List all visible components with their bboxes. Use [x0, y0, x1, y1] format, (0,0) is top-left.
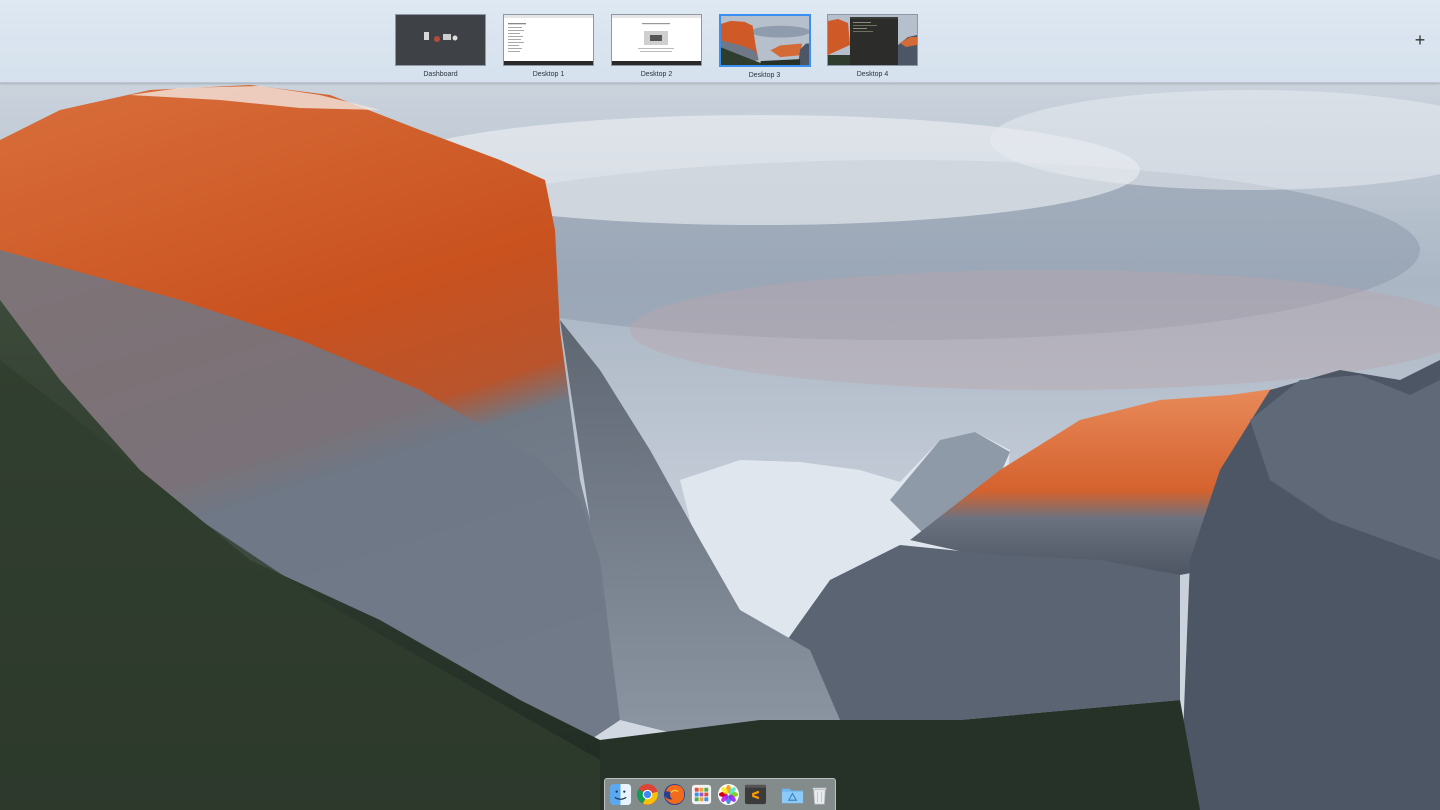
desktop-2-thumbnail[interactable] — [611, 14, 702, 66]
spaces-row: Dashboard Desktop 1 Desktop 2 Desktop 3 … — [395, 14, 918, 79]
launchpad-icon[interactable] — [690, 783, 713, 806]
desktop-wallpaper — [0, 0, 1440, 810]
space-desktop-3[interactable]: Desktop 3 — [718, 14, 811, 79]
desktop-4-thumbnail[interactable] — [827, 14, 918, 66]
dashboard-thumbnail[interactable] — [395, 14, 486, 66]
space-desktop-1[interactable]: Desktop 1 — [503, 14, 594, 79]
applications-folder-icon[interactable] — [781, 783, 804, 806]
dock — [604, 778, 836, 810]
desktop-1-thumbnail[interactable] — [503, 14, 594, 66]
finder-icon[interactable] — [609, 783, 632, 806]
add-space-button[interactable]: + — [1410, 30, 1430, 50]
space-label: Desktop 1 — [532, 71, 565, 78]
space-dashboard[interactable]: Dashboard — [395, 14, 486, 79]
mission-control-spaces-bar: Dashboard Desktop 1 Desktop 2 Desktop 3 … — [0, 0, 1440, 83]
sublime-text-icon[interactable] — [744, 783, 767, 806]
firefox-icon[interactable] — [663, 783, 686, 806]
photos-icon[interactable] — [717, 783, 740, 806]
space-label: Dashboard — [423, 71, 458, 78]
space-label: Desktop 2 — [640, 71, 673, 78]
space-label: Desktop 3 — [748, 72, 781, 79]
space-label: Desktop 4 — [856, 71, 889, 78]
desktop-3-thumbnail[interactable] — [718, 14, 811, 67]
space-desktop-2[interactable]: Desktop 2 — [611, 14, 702, 79]
chrome-icon[interactable] — [636, 783, 659, 806]
trash-icon[interactable] — [808, 783, 831, 806]
space-desktop-4[interactable]: Desktop 4 — [827, 14, 918, 79]
